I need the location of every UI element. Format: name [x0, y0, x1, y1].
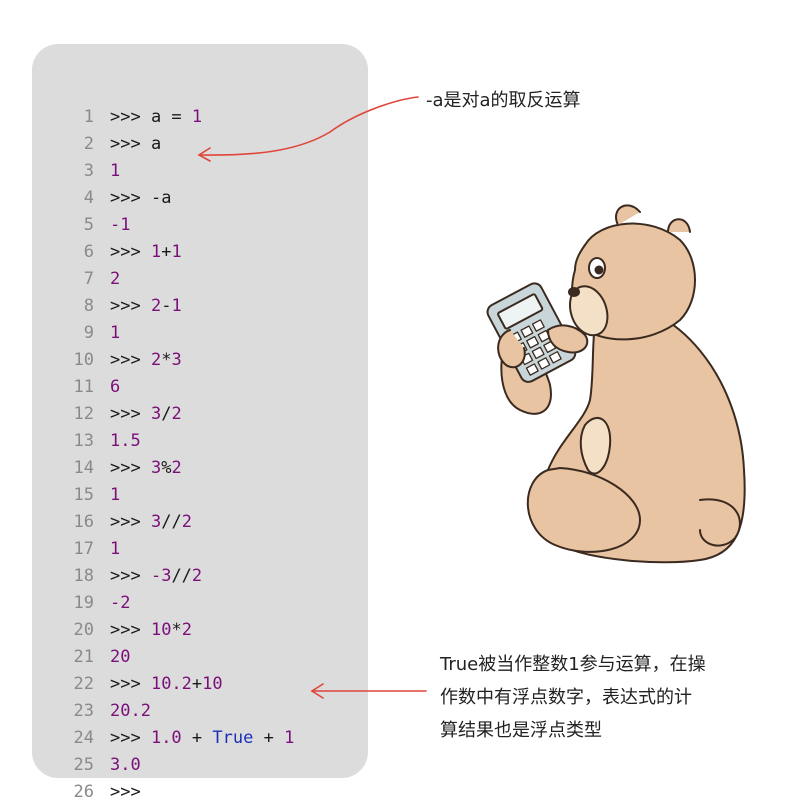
arrow-left-icon	[310, 683, 427, 699]
arrow-left-icon	[197, 96, 419, 162]
overlay-graphics	[197, 96, 746, 699]
bear-with-calculator-icon	[486, 204, 746, 564]
